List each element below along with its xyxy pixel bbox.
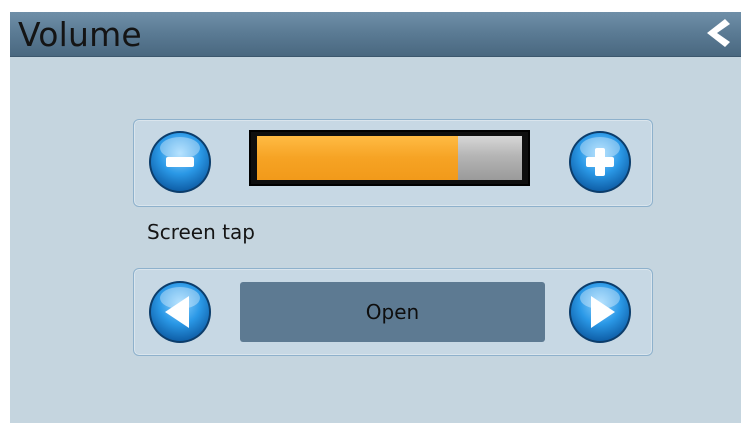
- volume-fill: [257, 136, 459, 180]
- back-button[interactable]: [703, 16, 733, 50]
- volume-down-button[interactable]: [146, 128, 214, 196]
- chevron-left-icon: [707, 19, 730, 47]
- screen-tap-control-group: Open: [133, 268, 653, 356]
- plus-icon: [569, 131, 631, 193]
- previous-option-button[interactable]: [146, 278, 214, 346]
- volume-up-button[interactable]: [566, 128, 634, 196]
- volume-slider[interactable]: [249, 130, 530, 186]
- header-bar: Volume: [10, 12, 741, 57]
- volume-control-group: [133, 119, 653, 207]
- volume-track: [257, 136, 522, 180]
- next-option-button[interactable]: [566, 278, 634, 346]
- page-title: Volume: [18, 15, 142, 54]
- arrow-left-icon: [149, 281, 211, 343]
- volume-settings-screen: Volume Screen tap Open: [10, 12, 741, 423]
- screen-tap-value[interactable]: Open: [240, 282, 545, 342]
- minus-icon: [149, 131, 211, 193]
- screen-tap-label: Screen tap: [147, 220, 255, 244]
- arrow-right-icon: [569, 281, 631, 343]
